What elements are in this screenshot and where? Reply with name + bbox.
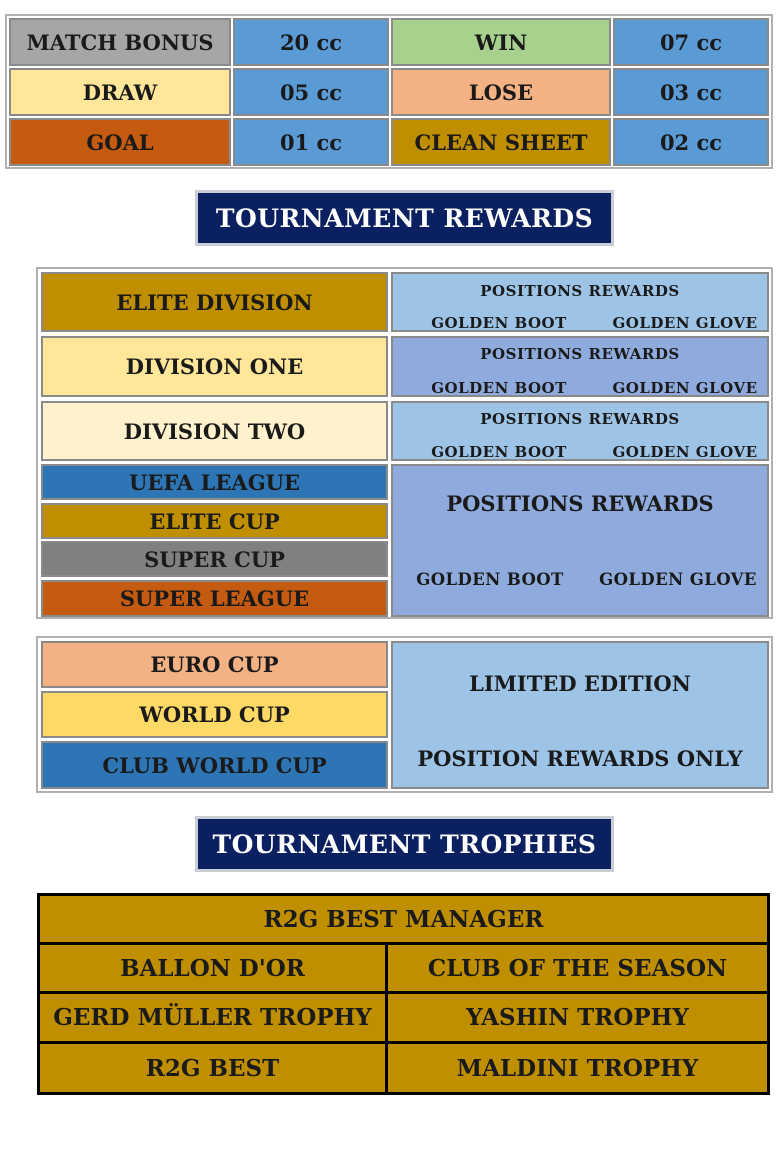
cup-uefa-league: UEFA LEAGUE (41, 464, 388, 500)
limited-edition-table: EURO CUP WORLD CUP CLUB WORLD CUP LIMITE… (36, 636, 773, 793)
match-bonus-value: 20 cc (233, 18, 389, 66)
positions-rewards-label: POSITIONS REWARDS (446, 491, 714, 516)
draw-label: DRAW (9, 68, 231, 116)
division-one: DIVISION ONE (41, 336, 388, 397)
golden-glove-label: GOLDEN GLOVE (599, 570, 757, 589)
trophy-gerd-muller: GERD MÜLLER TROPHY (40, 994, 385, 1041)
golden-boot-label: GOLDEN BOOT (416, 570, 564, 589)
trophy-r2g-best-manager: R2G BEST MANAGER (40, 896, 767, 942)
positions-rewards-label: POSITIONS REWARDS (480, 410, 680, 428)
cup-super-league: SUPER LEAGUE (41, 580, 388, 617)
win-label: WIN (391, 18, 611, 66)
golden-glove-label: GOLDEN GLOVE (612, 443, 758, 461)
golden-glove-label: GOLDEN GLOVE (612, 379, 758, 397)
cup-elite-cup: ELITE CUP (41, 503, 388, 539)
trophy-club-of-the-season: CLUB OF THE SEASON (388, 945, 767, 991)
trophy-r2g-best: R2G BEST (40, 1044, 385, 1092)
cup-super-cup: SUPER CUP (41, 541, 388, 577)
golden-boot-label: GOLDEN BOOT (431, 379, 567, 397)
limited-edition-title: LIMITED EDITION (469, 671, 691, 696)
win-value: 07 cc (613, 18, 769, 66)
lose-value: 03 cc (613, 68, 769, 116)
trophies-table: R2G BEST MANAGER BALLON D'OR CLUB OF THE… (37, 893, 770, 1095)
lose-label: LOSE (391, 68, 611, 116)
cup-euro-cup: EURO CUP (41, 641, 388, 688)
golden-boot-label: GOLDEN BOOT (431, 314, 567, 332)
division-two-rewards: POSITIONS REWARDS GOLDEN BOOT GOLDEN GLO… (391, 401, 769, 461)
divisions-table: ELITE DIVISION POSITIONS REWARDS GOLDEN … (36, 267, 773, 619)
golden-boot-label: GOLDEN BOOT (431, 443, 567, 461)
division-elite-rewards: POSITIONS REWARDS GOLDEN BOOT GOLDEN GLO… (391, 272, 769, 332)
trophy-maldini: MALDINI TROPHY (388, 1044, 767, 1092)
golden-glove-label: GOLDEN GLOVE (612, 314, 758, 332)
cups-rewards-panel: POSITIONS REWARDS GOLDEN BOOT GOLDEN GLO… (391, 464, 769, 617)
match-bonus-table: MATCH BONUS 20 cc WIN 07 cc DRAW 05 cc L… (5, 14, 773, 169)
division-one-rewards: POSITIONS REWARDS GOLDEN BOOT GOLDEN GLO… (391, 336, 769, 397)
trophy-ballon-dor: BALLON D'OR (40, 945, 385, 991)
division-two: DIVISION TWO (41, 401, 388, 461)
trophy-yashin: YASHIN TROPHY (388, 994, 767, 1041)
tournament-trophies-banner: TOURNAMENT TROPHIES (195, 816, 614, 872)
positions-rewards-label: POSITIONS REWARDS (480, 345, 680, 363)
clean-sheet-label: CLEAN SHEET (391, 118, 611, 166)
goal-label: GOAL (9, 118, 231, 166)
positions-rewards-label: POSITIONS REWARDS (480, 282, 680, 300)
clean-sheet-value: 02 cc (613, 118, 769, 166)
division-elite: ELITE DIVISION (41, 272, 388, 332)
position-rewards-only-label: POSITION REWARDS ONLY (417, 746, 743, 771)
goal-value: 01 cc (233, 118, 389, 166)
match-bonus-label: MATCH BONUS (9, 18, 231, 66)
cup-world-cup: WORLD CUP (41, 691, 388, 738)
tournament-rewards-banner: TOURNAMENT REWARDS (195, 190, 614, 246)
cup-club-world-cup: CLUB WORLD CUP (41, 741, 388, 789)
draw-value: 05 cc (233, 68, 389, 116)
limited-edition-panel: LIMITED EDITION POSITION REWARDS ONLY (391, 641, 769, 789)
